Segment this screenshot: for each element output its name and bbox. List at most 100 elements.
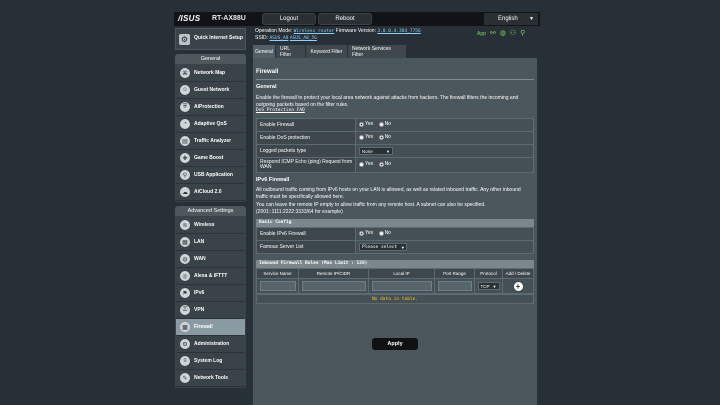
tab-general[interactable]: General bbox=[253, 45, 275, 58]
col-local-ip: Local IP bbox=[368, 268, 435, 279]
sidebar-item-firewall[interactable]: ▩ Firewall bbox=[176, 319, 245, 336]
protocol-select[interactable]: TCP ▼ bbox=[477, 282, 500, 290]
firewall-icon: ▩ bbox=[180, 322, 190, 332]
ssid-2[interactable]: ASUS_A8_5G bbox=[290, 36, 317, 41]
ipv6-no-radio[interactable]: No bbox=[378, 230, 391, 236]
chevron-down-icon: ▼ bbox=[401, 244, 404, 250]
famous-server-list-label: Famous Server List bbox=[256, 240, 356, 254]
dos-no-radio[interactable]: No bbox=[378, 134, 391, 140]
devices-icon[interactable]: ⚇ bbox=[510, 30, 516, 37]
advanced-header: Advanced Settings bbox=[175, 206, 246, 216]
port-range-input[interactable] bbox=[437, 281, 472, 291]
quick-setup-label: Quick Internet Setup bbox=[194, 35, 243, 42]
sidebar-item-label: Administration bbox=[194, 341, 230, 347]
chevron-down-icon: ▼ bbox=[529, 16, 534, 22]
firmware-label: Firmware Version: bbox=[335, 28, 376, 34]
yes-label: Yes bbox=[365, 230, 374, 237]
advanced-menu: ≋ Wireless ▦ LAN ◍ WAN ◎ Alexa & IFTTT ⚑ IPv6 ⚿ VPN… bbox=[175, 216, 246, 388]
firewall-no-radio[interactable]: No bbox=[378, 121, 391, 128]
sidebar-item-label: WAN bbox=[194, 256, 206, 262]
sidebar-item-label: AiProtection bbox=[194, 104, 224, 110]
language-select[interactable]: English ▼ bbox=[484, 13, 538, 25]
chart-icon: ▤ bbox=[180, 136, 190, 146]
radio-off-icon bbox=[378, 230, 384, 236]
logged-packets-select[interactable]: None ▼ bbox=[359, 147, 393, 155]
signal-icon[interactable]: ⚯ bbox=[490, 30, 496, 37]
col-remote-ip: Remote IP/CIDR bbox=[298, 268, 369, 279]
ipv6-example: (2001::1111:2222:3333/64 for example) bbox=[256, 208, 343, 215]
sidebar-item-lan[interactable]: ▦ LAN bbox=[176, 234, 245, 251]
divider bbox=[256, 79, 534, 80]
globe-icon[interactable]: ◍ bbox=[500, 30, 506, 37]
ipv6-heading: IPv6 Firewall bbox=[256, 177, 290, 183]
ipv6-icon: ⚑ bbox=[180, 288, 190, 298]
shield-icon: ⛨ bbox=[180, 102, 190, 112]
sidebar-item-aicloud-2-0[interactable]: ☁ AiCloud 2.0 bbox=[176, 184, 245, 201]
no-label: No bbox=[384, 121, 391, 128]
sidebar-item-usb-application[interactable]: ⚲ USB Application bbox=[176, 167, 245, 184]
tab-url-filter[interactable]: URL Filter bbox=[276, 45, 305, 58]
quick-setup-icon: ⚙ bbox=[179, 33, 190, 45]
icmp-no-radio[interactable]: No bbox=[378, 161, 391, 167]
basic-config-table: Enable IPv6 Firewall Yes No Famous Serve… bbox=[256, 227, 534, 254]
globe-icon: ◍ bbox=[180, 254, 190, 264]
sidebar-item-administration[interactable]: ⚙ Administration bbox=[176, 336, 245, 353]
general-header: General bbox=[175, 54, 246, 64]
gear-icon: ⚙ bbox=[180, 339, 190, 349]
op-mode-link[interactable]: Wireless router bbox=[294, 29, 335, 34]
radio-on-icon bbox=[378, 134, 384, 140]
famous-server-select[interactable]: Please select ▼ bbox=[359, 243, 407, 251]
sidebar-item-wireless[interactable]: ≋ Wireless bbox=[176, 217, 245, 234]
service-name-input[interactable] bbox=[259, 281, 296, 291]
wifi-icon: ≋ bbox=[180, 220, 190, 230]
apply-button[interactable]: Apply bbox=[372, 338, 418, 350]
sidebar-item-system-log[interactable]: ≡ System Log bbox=[176, 353, 245, 370]
op-mode-label: Operation Mode: bbox=[255, 28, 293, 34]
sidebar-item-alexa-ifttt[interactable]: ◎ Alexa & IFTTT bbox=[176, 268, 245, 285]
add-rule-button[interactable]: + bbox=[513, 281, 523, 291]
chevron-down-icon: ▼ bbox=[386, 148, 390, 154]
sidebar-item-wan[interactable]: ◍ WAN bbox=[176, 251, 245, 268]
usb-icon[interactable]: ⚲ bbox=[520, 30, 525, 37]
ssid-1[interactable]: ASUS_A8 bbox=[269, 36, 288, 41]
ipv6-yes-radio[interactable]: Yes bbox=[359, 230, 373, 236]
sidebar-item-game-boost[interactable]: ✚ Game Boost bbox=[176, 150, 245, 167]
logged-packets-value: None bbox=[362, 148, 373, 154]
icmp-yes-radio[interactable]: Yes bbox=[359, 161, 373, 167]
sidebar-item-aiprotection[interactable]: ⛨ AiProtection bbox=[176, 99, 245, 116]
tab-keyword-filter[interactable]: Keyword Filter bbox=[306, 45, 347, 58]
firmware-link[interactable]: 3.0.0.4.384_7756 bbox=[377, 29, 420, 34]
sidebar-item-guest-network[interactable]: ☺ Guest Network bbox=[176, 82, 245, 99]
remote-ip-input[interactable] bbox=[301, 281, 366, 291]
router-model: RT-AX88U bbox=[212, 15, 246, 22]
local-ip-input[interactable] bbox=[371, 281, 432, 291]
tab-bar: General URL Filter Keyword Filter Networ… bbox=[253, 45, 406, 58]
sidebar-item-network-map[interactable]: ⌘ Network Map bbox=[176, 65, 245, 82]
basic-config-header: Basic Config bbox=[256, 219, 534, 227]
dos-faq-link[interactable]: DoS Protection FAQ bbox=[256, 108, 534, 113]
qos-icon: ◔ bbox=[180, 119, 190, 129]
sidebar-item-traffic-analyzer[interactable]: ▤ Traffic Analyzer bbox=[176, 133, 245, 150]
sidebar-item-network-tools[interactable]: ✎ Network Tools bbox=[176, 370, 245, 387]
dos-yes-radio[interactable]: Yes bbox=[359, 134, 373, 140]
status-info: Operation Mode: Wireless router Firmware… bbox=[255, 28, 421, 42]
col-service-name: Service Name bbox=[256, 268, 299, 279]
reboot-button[interactable]: Reboot bbox=[318, 13, 372, 25]
app-label[interactable]: App bbox=[477, 31, 486, 37]
alexa-icon: ◎ bbox=[180, 271, 190, 281]
radio-off-icon bbox=[359, 134, 364, 140]
sidebar-item-label: Guest Network bbox=[194, 87, 230, 93]
sidebar-item-adaptive-qos[interactable]: ◔ Adaptive QoS bbox=[176, 116, 245, 133]
sidebar-item-vpn[interactable]: ⚿ VPN bbox=[176, 302, 245, 319]
quick-internet-setup[interactable]: ⚙ Quick Internet Setup bbox=[175, 28, 246, 50]
table-row: Enable Firewall Yes No bbox=[256, 118, 534, 132]
tab-network-services-filter[interactable]: Network Services Filter bbox=[348, 45, 406, 58]
table-row: Logged packets type None ▼ bbox=[256, 144, 534, 158]
firewall-yes-radio[interactable]: Yes bbox=[359, 121, 373, 127]
sidebar-item-ipv6[interactable]: ⚑ IPv6 bbox=[176, 285, 245, 302]
logged-packets-label: Logged packets type bbox=[256, 144, 356, 158]
cloud-icon: ☁ bbox=[180, 187, 190, 197]
logout-button[interactable]: Logout bbox=[262, 13, 316, 25]
sidebar-item-label: Game Boost bbox=[194, 155, 224, 161]
sidebar: ⚙ Quick Internet Setup General ⌘ Network … bbox=[175, 28, 246, 388]
